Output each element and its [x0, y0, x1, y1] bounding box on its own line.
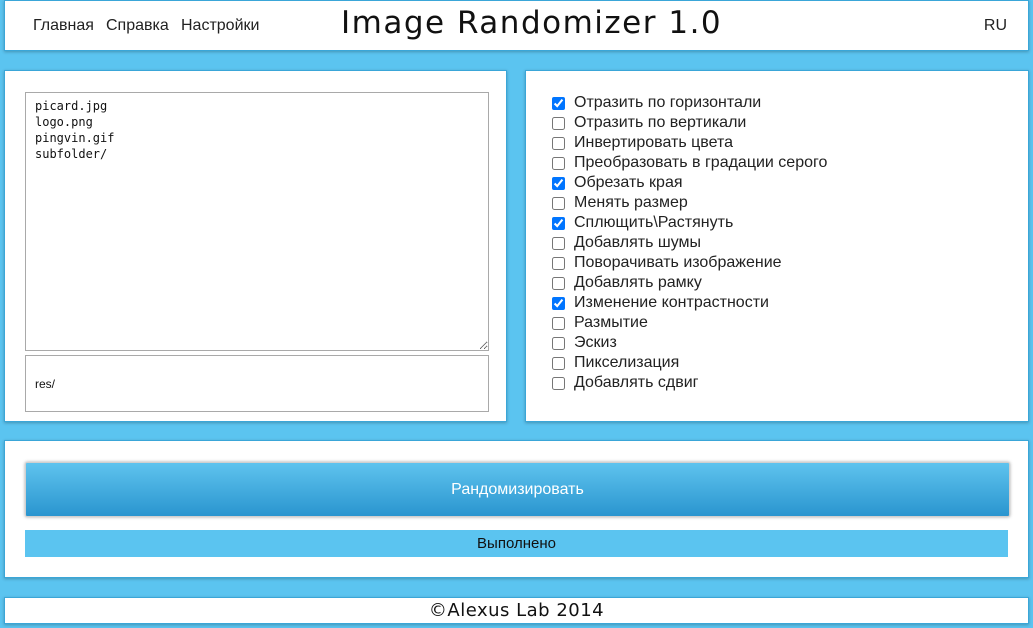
- option-checkbox[interactable]: [552, 196, 565, 210]
- option-checkbox[interactable]: [552, 116, 565, 130]
- option-item[interactable]: Изменение контрастности: [552, 293, 827, 313]
- option-item[interactable]: Менять размер: [552, 193, 827, 213]
- option-item[interactable]: Добавлять рамку: [552, 273, 827, 293]
- nav-help-link[interactable]: Справка: [106, 17, 169, 35]
- copyright-text: ©Alexus Lab 2014: [428, 600, 605, 621]
- option-checkbox[interactable]: [552, 336, 565, 350]
- option-item[interactable]: Добавлять сдвиг: [552, 373, 827, 393]
- option-label[interactable]: Добавлять сдвиг: [574, 374, 698, 392]
- option-item[interactable]: Обрезать края: [552, 173, 827, 193]
- option-label[interactable]: Изменение контрастности: [574, 294, 769, 312]
- option-label[interactable]: Отразить по горизонтали: [574, 94, 761, 112]
- option-label[interactable]: Пикселизация: [574, 354, 679, 372]
- option-checkbox[interactable]: [552, 96, 565, 110]
- footer: ©Alexus Lab 2014: [4, 597, 1029, 624]
- option-label[interactable]: Отразить по вертикали: [574, 114, 746, 132]
- option-item[interactable]: Пикселизация: [552, 353, 827, 373]
- option-item[interactable]: Преобразовать в градации серого: [552, 153, 827, 173]
- option-checkbox[interactable]: [552, 376, 565, 390]
- option-item[interactable]: Отразить по вертикали: [552, 113, 827, 133]
- app-title: Image Randomizer 1.0: [341, 5, 723, 41]
- option-item[interactable]: Размытие: [552, 313, 827, 333]
- option-checkbox[interactable]: [552, 316, 565, 330]
- input-panel: picard.jpg logo.png pingvin.gif subfolde…: [4, 70, 507, 422]
- language-switch[interactable]: RU: [984, 17, 1007, 35]
- randomize-button[interactable]: Рандомизировать: [25, 462, 1010, 517]
- option-label[interactable]: Добавлять шумы: [574, 234, 701, 252]
- option-checkbox[interactable]: [552, 156, 565, 170]
- option-label[interactable]: Эскиз: [574, 334, 617, 352]
- option-item[interactable]: Сплющить\Растянуть: [552, 213, 827, 233]
- option-label[interactable]: Инвертировать цвета: [574, 134, 733, 152]
- option-label[interactable]: Преобразовать в градации серого: [574, 154, 827, 172]
- options-panel: Отразить по горизонтали Отразить по верти…: [525, 70, 1029, 422]
- option-label[interactable]: Сплющить\Растянуть: [574, 214, 733, 232]
- option-item[interactable]: Эскиз: [552, 333, 827, 353]
- option-checkbox[interactable]: [552, 176, 565, 190]
- options-list: Отразить по горизонтали Отразить по верти…: [552, 93, 827, 393]
- option-checkbox[interactable]: [552, 276, 565, 290]
- header: Главная Справка Настройки Image Randomiz…: [4, 0, 1029, 51]
- option-item[interactable]: Инвертировать цвета: [552, 133, 827, 153]
- option-label[interactable]: Добавлять рамку: [574, 274, 702, 292]
- option-label[interactable]: Обрезать края: [574, 174, 683, 192]
- option-checkbox[interactable]: [552, 236, 565, 250]
- option-item[interactable]: Поворачивать изображение: [552, 253, 827, 273]
- option-item[interactable]: Отразить по горизонтали: [552, 93, 827, 113]
- option-item[interactable]: Добавлять шумы: [552, 233, 827, 253]
- option-label[interactable]: Поворачивать изображение: [574, 254, 782, 272]
- option-label[interactable]: Размытие: [574, 314, 648, 332]
- action-panel: Рандомизировать Выполнено: [4, 440, 1029, 578]
- option-checkbox[interactable]: [552, 256, 565, 270]
- status-bar: Выполнено: [25, 530, 1008, 557]
- option-checkbox[interactable]: [552, 136, 565, 150]
- option-checkbox[interactable]: [552, 216, 565, 230]
- option-checkbox[interactable]: [552, 296, 565, 310]
- nav-home-link[interactable]: Главная: [33, 17, 94, 35]
- option-label[interactable]: Менять размер: [574, 194, 688, 212]
- file-list-textarea[interactable]: picard.jpg logo.png pingvin.gif subfolde…: [25, 92, 489, 351]
- nav-settings-link[interactable]: Настройки: [181, 17, 259, 35]
- output-folder-input[interactable]: [25, 355, 489, 412]
- option-checkbox[interactable]: [552, 356, 565, 370]
